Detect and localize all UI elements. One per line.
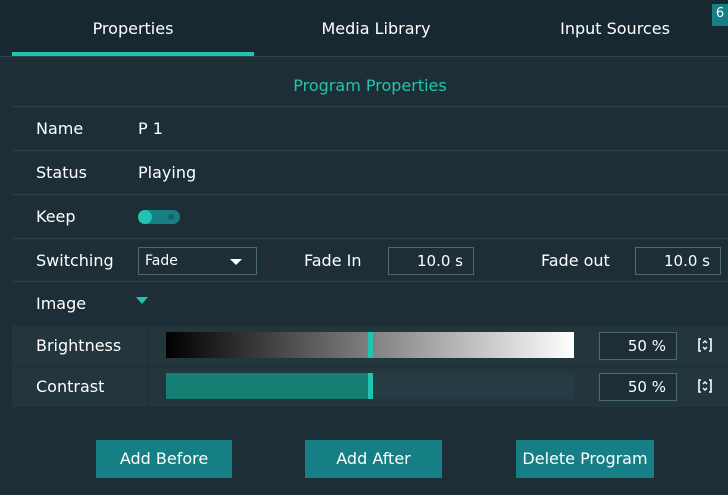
- status-label: Status: [36, 163, 87, 182]
- tab-bar: Properties Media Library Input Sources 6: [0, 0, 728, 57]
- corner-badge-icon[interactable]: 6: [712, 4, 728, 26]
- brightness-slider-thumb[interactable]: [368, 332, 373, 358]
- keep-toggle[interactable]: [138, 210, 180, 224]
- expand-caret-icon[interactable]: [136, 297, 148, 304]
- brightness-row: Brightness 50 %: [12, 325, 728, 367]
- delete-program-button[interactable]: Delete Program: [516, 440, 654, 478]
- brightness-value-input[interactable]: 50 %: [599, 332, 677, 360]
- switching-select[interactable]: Fade: [138, 247, 257, 275]
- active-tab-indicator: [12, 52, 254, 56]
- switching-row: Switching Fade Fade In 10.0 s Fade out 1…: [12, 238, 728, 281]
- contrast-slider[interactable]: [166, 373, 574, 399]
- reset-icon[interactable]: [698, 378, 712, 394]
- name-row: Name P 1: [12, 106, 728, 149]
- chevron-down-icon: [230, 259, 242, 265]
- row-divider: [148, 326, 149, 367]
- name-label: Name: [36, 119, 84, 138]
- image-row: Image: [12, 281, 728, 325]
- contrast-row: Contrast 50 %: [12, 366, 728, 408]
- status-row: Status Playing: [12, 150, 728, 193]
- brightness-slider[interactable]: [166, 332, 574, 358]
- switching-label: Switching: [36, 251, 114, 270]
- contrast-value-input[interactable]: 50 %: [599, 373, 677, 401]
- tab-media-library[interactable]: Media Library: [254, 0, 498, 57]
- keep-row: Keep: [12, 194, 728, 237]
- image-label: Image: [36, 294, 87, 313]
- fade-in-label: Fade In: [304, 251, 362, 270]
- switching-selected-value: Fade: [145, 253, 178, 269]
- toggle-dot: [168, 214, 174, 220]
- row-divider: [148, 367, 149, 408]
- brightness-label: Brightness: [36, 336, 122, 355]
- tab-input-sources[interactable]: Input Sources: [498, 0, 728, 57]
- section-title: Program Properties: [293, 76, 447, 95]
- add-after-button[interactable]: Add After: [305, 440, 442, 478]
- contrast-label: Contrast: [36, 377, 105, 396]
- contrast-slider-thumb[interactable]: [368, 373, 373, 399]
- fade-out-input[interactable]: 10.0 s: [635, 247, 721, 275]
- keep-label: Keep: [36, 207, 76, 226]
- name-value: P 1: [138, 119, 163, 138]
- contrast-slider-fill: [166, 373, 370, 399]
- toggle-knob: [138, 210, 152, 224]
- status-value: Playing: [138, 163, 197, 182]
- program-properties-panel: Properties Media Library Input Sources 6…: [0, 0, 728, 495]
- reset-icon[interactable]: [698, 337, 712, 353]
- fade-out-label: Fade out: [541, 251, 610, 270]
- tab-properties[interactable]: Properties: [12, 0, 254, 57]
- add-before-button[interactable]: Add Before: [96, 440, 232, 478]
- fade-in-input[interactable]: 10.0 s: [388, 247, 474, 275]
